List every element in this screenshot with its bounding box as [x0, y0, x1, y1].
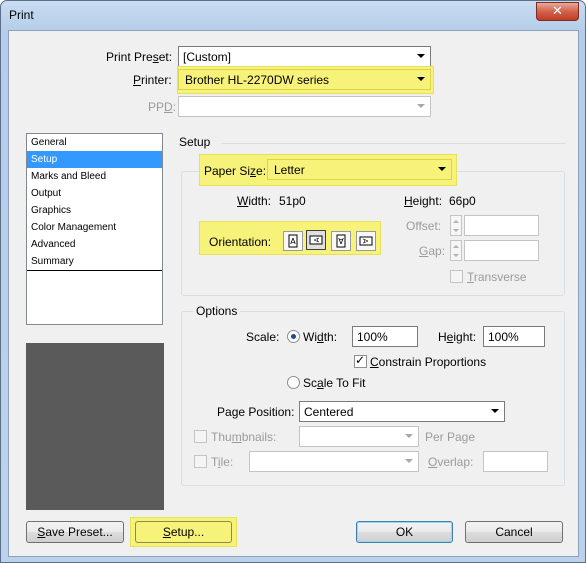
setup-section-title: Setup	[179, 135, 211, 149]
page-position-label: Page Position:	[217, 405, 295, 419]
ppd-label: PPD:	[148, 100, 177, 114]
chevron-down-icon	[417, 104, 425, 108]
printer-value: Brother HL-2270DW series	[185, 73, 330, 87]
dialog-body: Print Preset: [Custom] Printer: Brother …	[8, 30, 579, 557]
constrain-proportions-checkbox[interactable]: ✓	[354, 353, 367, 368]
overlap-label: Overlap:	[428, 455, 474, 469]
svg-text:A: A	[361, 239, 369, 244]
sidebar-item-setup[interactable]: Setup	[27, 151, 162, 168]
window-title: Print	[9, 8, 34, 22]
sidebar-item-output[interactable]: Output	[27, 185, 162, 202]
per-page-label: Per Page	[425, 430, 476, 444]
scale-height-input[interactable]: 100%	[483, 326, 545, 347]
reverse-landscape-icon: A	[359, 236, 373, 246]
transverse-label: Transverse	[467, 270, 527, 284]
height-label: Height:	[404, 194, 443, 208]
overlap-field	[483, 451, 548, 472]
scale-height-label: Height:	[438, 330, 477, 344]
check-icon: ✓	[355, 353, 366, 367]
tile-checkbox	[194, 455, 207, 468]
offset-label: Offset:	[406, 219, 442, 233]
cancel-button[interactable]: Cancel	[465, 521, 563, 543]
orientation-reverse-landscape-button[interactable]: A	[356, 231, 376, 251]
print-preset-dropdown[interactable]: [Custom]	[178, 46, 431, 67]
title-bar[interactable]: Print ✕	[1, 1, 585, 31]
scale-height-value: 100%	[488, 330, 519, 344]
thumbnails-dropdown	[299, 426, 419, 447]
orientation-portrait-button[interactable]: A	[283, 231, 303, 251]
page-position-value: Centered	[304, 405, 354, 419]
reverse-portrait-icon: A	[336, 234, 346, 248]
width-value: 51p0	[279, 194, 306, 208]
chevron-down-icon	[491, 409, 499, 413]
close-button[interactable]: ✕	[536, 2, 579, 21]
thumbnails-label: Thumbnails:	[211, 430, 277, 444]
setup-button[interactable]: Setup...	[135, 521, 232, 543]
svg-text:A: A	[338, 236, 344, 245]
chevron-down-icon	[417, 54, 425, 58]
scale-width-value: 100%	[357, 330, 388, 344]
ppd-dropdown	[178, 96, 431, 117]
print-preset-value: [Custom]	[183, 50, 232, 64]
sidebar-item-advanced[interactable]: Advanced	[27, 236, 162, 253]
printer-label: Printer:	[133, 73, 172, 87]
transverse-checkbox	[450, 270, 463, 283]
sidebar-item-general[interactable]: General	[27, 134, 162, 151]
paper-size-value: Letter	[274, 163, 305, 177]
chevron-down-icon	[417, 77, 425, 81]
orientation-landscape-button[interactable]: A	[306, 230, 326, 250]
scale-to-fit-label: Scale To Fit	[303, 376, 366, 390]
constrain-proportions-label: Constrain Proportions	[370, 355, 487, 369]
chevron-down-icon	[405, 434, 413, 438]
setup-separator	[221, 143, 566, 144]
svg-text:A: A	[290, 237, 296, 246]
save-preset-button[interactable]: Save Preset...	[26, 521, 124, 543]
page-position-dropdown[interactable]: Centered	[299, 401, 505, 422]
tile-dropdown	[249, 451, 419, 472]
chevron-down-icon	[405, 459, 413, 463]
svg-text:A: A	[313, 237, 321, 242]
tile-label: Tile:	[211, 455, 234, 469]
options-group-title: Options	[193, 304, 241, 318]
paper-size-dropdown[interactable]: Letter	[267, 159, 452, 180]
landscape-icon: A	[309, 235, 323, 245]
orientation-reverse-portrait-button[interactable]: A	[331, 231, 351, 251]
chevron-down-icon	[438, 167, 446, 171]
orientation-label: Orientation:	[209, 235, 272, 249]
height-value: 66p0	[449, 194, 476, 208]
scale-width-input[interactable]: 100%	[352, 326, 418, 347]
scale-to-fit-radio[interactable]	[287, 376, 300, 389]
print-preview	[26, 343, 164, 510]
offset-field	[464, 215, 539, 236]
printer-dropdown[interactable]: Brother HL-2270DW series	[178, 69, 431, 90]
print-dialog: Print ✕ Print Preset: [Custom] Printer: …	[0, 0, 586, 563]
ok-button[interactable]: OK	[356, 521, 453, 543]
sidebar-item-marks-and-bleed[interactable]: Marks and Bleed	[27, 168, 162, 185]
list-empty-area	[27, 270, 162, 324]
sidebar-item-color-management[interactable]: Color Management	[27, 219, 162, 236]
scale-width-label: Width:	[303, 330, 338, 344]
width-label: Width:	[237, 194, 272, 208]
offset-stepper	[450, 215, 462, 236]
gap-field	[464, 240, 539, 261]
scale-label: Scale:	[246, 330, 280, 344]
gap-label: Gap:	[419, 244, 446, 258]
category-list[interactable]: General Setup Marks and Bleed Output Gra…	[26, 133, 163, 325]
sidebar-item-graphics[interactable]: Graphics	[27, 202, 162, 219]
sidebar-item-summary[interactable]: Summary	[27, 253, 162, 270]
portrait-icon: A	[288, 234, 298, 248]
scale-width-radio[interactable]	[287, 330, 300, 343]
paper-size-label: Paper Size:	[204, 164, 267, 178]
gap-stepper	[450, 240, 462, 261]
thumbnails-checkbox	[194, 430, 207, 443]
print-preset-label: Print Preset:	[106, 50, 173, 64]
